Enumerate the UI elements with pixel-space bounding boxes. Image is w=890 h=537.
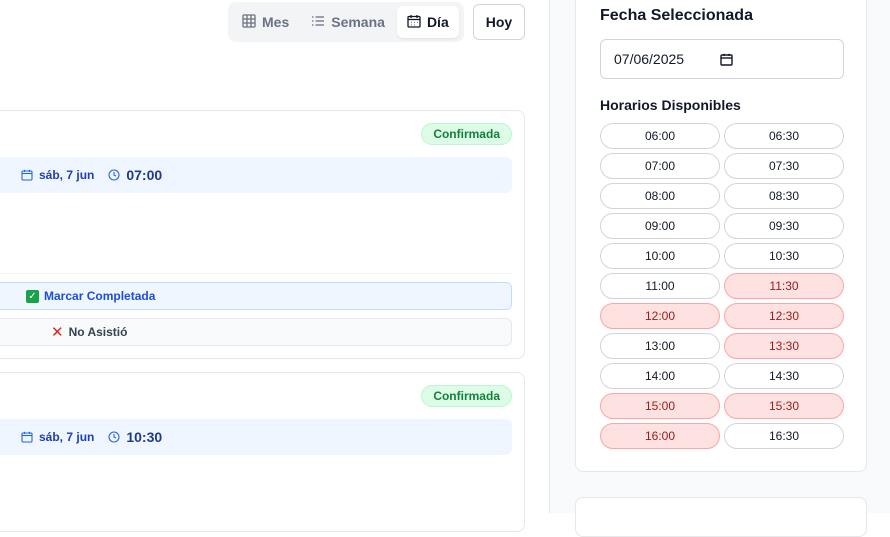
time-slot[interactable]: 10:00: [600, 243, 720, 269]
clock-icon: [108, 431, 120, 443]
today-button[interactable]: Hoy: [473, 4, 525, 40]
time-slot-busy[interactable]: 15:30: [724, 393, 844, 419]
time-slot[interactable]: 08:00: [600, 183, 720, 209]
cross-icon: ✕: [51, 323, 64, 341]
time-slot[interactable]: 07:00: [600, 153, 720, 179]
calendar-icon: [21, 431, 33, 443]
list-icon: [311, 14, 325, 31]
time-slot-busy[interactable]: 12:30: [724, 303, 844, 329]
time-slot[interactable]: 06:30: [724, 123, 844, 149]
secondary-panel: [575, 497, 867, 537]
time-slot[interactable]: 13:00: [600, 333, 720, 359]
appointment-datetime: sáb, 7 jun 10:30: [0, 419, 512, 455]
appointment-time: 10:30: [126, 429, 163, 445]
no-show-label: No Asistió: [68, 325, 128, 339]
view-toggle: Mes Semana Día: [228, 2, 464, 42]
date-panel: Fecha Seleccionada 07/06/2025 Horarios D…: [575, 0, 867, 472]
appointment-time: 07:00: [126, 167, 163, 183]
view-month-button[interactable]: Mes: [232, 6, 299, 38]
time-slot[interactable]: 09:00: [600, 213, 720, 239]
time-slot-busy[interactable]: 13:30: [724, 333, 844, 359]
view-day-label: Día: [426, 14, 449, 30]
time-slot-busy[interactable]: 15:00: [600, 393, 720, 419]
date-value: 07/06/2025: [614, 51, 685, 67]
no-show-button[interactable]: ✕ No Asistió: [0, 318, 512, 346]
time-slot[interactable]: 14:00: [600, 363, 720, 389]
panel-title: Fecha Seleccionada: [600, 7, 753, 24]
calendar-picker-icon[interactable]: [720, 53, 733, 66]
appointment-date: sáb, 7 jun: [39, 430, 95, 444]
appointment-card[interactable]: Confirmada sáb, 7 jun 10:30: [0, 372, 525, 532]
time-slot-busy[interactable]: 16:00: [600, 423, 720, 449]
time-slot[interactable]: 10:30: [724, 243, 844, 269]
clock-icon: [108, 169, 120, 181]
view-week-button[interactable]: Semana: [301, 6, 395, 38]
status-badge: Confirmada: [421, 123, 512, 145]
slots-heading: Horarios Disponibles: [600, 97, 741, 113]
date-input[interactable]: 07/06/2025: [600, 39, 844, 79]
mark-completed-button[interactable]: ✓ Marcar Completada: [0, 282, 512, 310]
view-month-label: Mes: [262, 14, 290, 30]
grid-icon: [242, 13, 256, 31]
divider: [0, 273, 512, 274]
view-week-label: Semana: [331, 14, 385, 30]
calendar-icon: [407, 14, 421, 31]
time-slot-busy[interactable]: 12:00: [600, 303, 720, 329]
main-content: Mes Semana Día Hoy Confirmada sáb, 7 jun…: [0, 0, 550, 532]
time-slot[interactable]: 09:30: [724, 213, 844, 239]
time-slot[interactable]: 07:30: [724, 153, 844, 179]
time-slot[interactable]: 16:30: [724, 423, 844, 449]
appointment-datetime: sáb, 7 jun 07:00: [0, 157, 512, 193]
time-slot[interactable]: 08:30: [724, 183, 844, 209]
appointment-date: sáb, 7 jun: [39, 168, 95, 182]
checkmark-icon: ✓: [26, 289, 39, 303]
time-slot[interactable]: 14:30: [724, 363, 844, 389]
mark-completed-label: Marcar Completada: [44, 289, 156, 303]
time-slot-grid: 06:00 06:30 07:00 07:30 08:00 08:30 09:00 09:30…: [600, 123, 844, 449]
time-slot[interactable]: 11:00: [600, 273, 720, 299]
time-slot-busy[interactable]: 11:30: [724, 273, 844, 299]
calendar-icon: [21, 169, 33, 181]
status-badge: Confirmada: [421, 385, 512, 407]
view-day-button[interactable]: Día: [396, 6, 459, 38]
time-slot[interactable]: 06:00: [600, 123, 720, 149]
appointment-card[interactable]: Confirmada sáb, 7 jun 07:00 ✓ Marcar Com…: [0, 110, 525, 359]
